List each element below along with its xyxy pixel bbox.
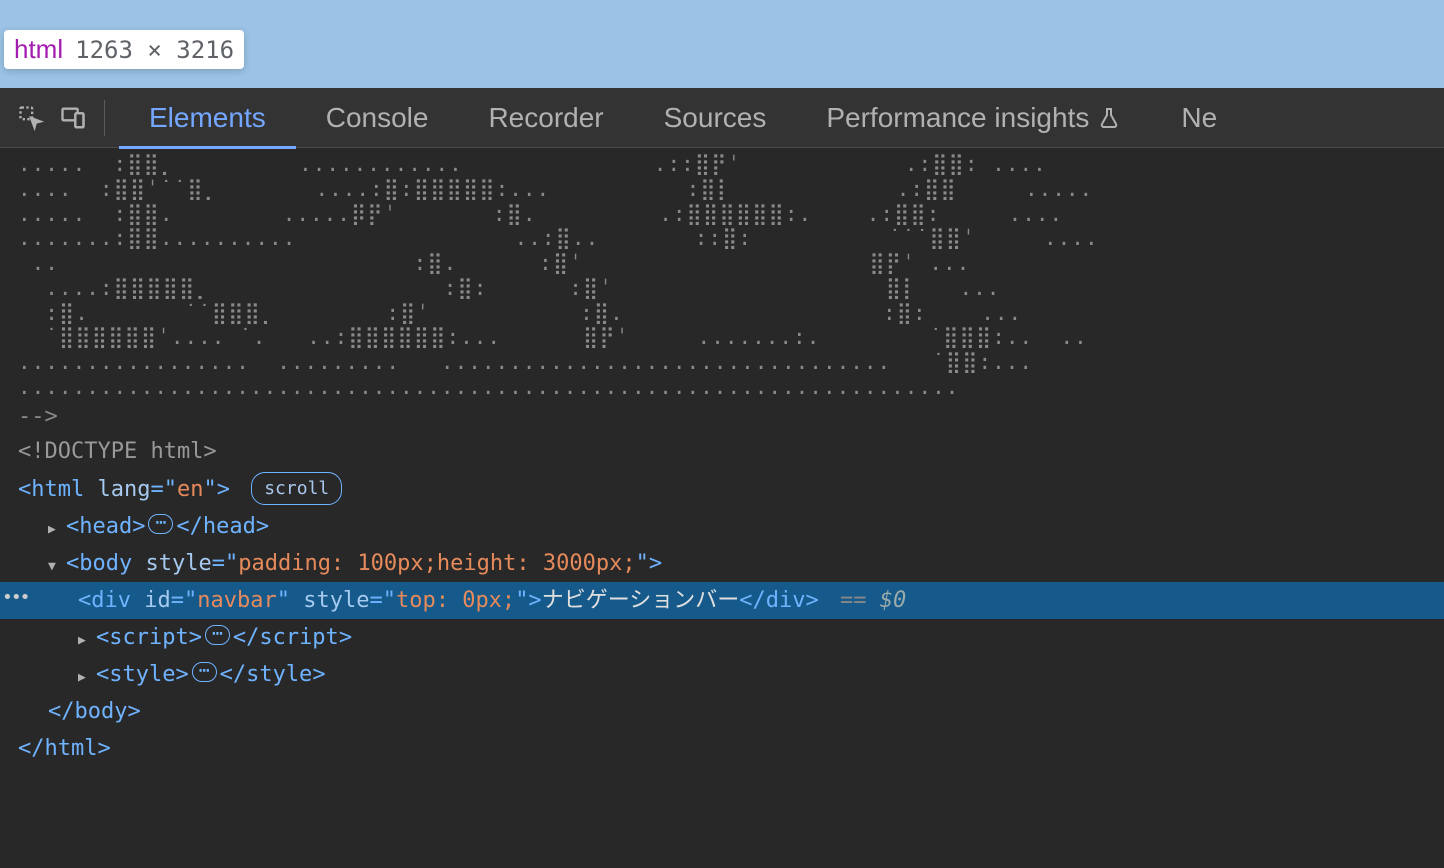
tab-performance-label: Performance insights xyxy=(826,102,1089,134)
html-close-line[interactable]: </html> xyxy=(0,730,1444,767)
tab-performance-insights[interactable]: Performance insights xyxy=(796,88,1151,148)
div-style-attr-name: style xyxy=(303,588,369,613)
device-toggle-icon[interactable] xyxy=(52,104,94,132)
doctype-line[interactable]: <!DOCTYPE html> xyxy=(0,433,1444,470)
html-open-line[interactable]: <html lang="en"> scroll xyxy=(0,470,1444,508)
body-close-tag: body xyxy=(75,699,128,724)
div-id-attr-name: id xyxy=(144,588,171,613)
eq-dollar-zero: == $0 xyxy=(840,588,906,613)
collapse-toggle-icon[interactable] xyxy=(48,547,62,580)
tab-next-truncated[interactable]: Ne xyxy=(1151,88,1217,148)
inspect-icon[interactable] xyxy=(10,104,52,132)
html-close-tag: html xyxy=(45,736,98,761)
body-style-attr-val: padding: 100px;height: 3000px; xyxy=(238,551,635,576)
body-style-attr-name: style xyxy=(145,551,211,576)
script-line[interactable]: <script></script> xyxy=(0,619,1444,656)
lang-attr-name: lang xyxy=(97,477,150,502)
dom-tree[interactable]: ..... :⣿⣿⡀ ............ .::⣿⡟ˈ .:⣿⣿: ...… xyxy=(0,148,1444,868)
ellipsis-icon[interactable] xyxy=(205,625,230,645)
head-line[interactable]: <head></head> xyxy=(0,508,1444,545)
tab-elements[interactable]: Elements xyxy=(119,88,296,148)
selected-div-line[interactable]: ••• <div id="navbar" style="top: 0px;">ナ… xyxy=(0,582,1444,619)
body-tag: body xyxy=(79,551,132,576)
html-tag: html xyxy=(31,477,84,502)
style-line[interactable]: <style></style> xyxy=(0,656,1444,693)
tooltip-tag: html xyxy=(14,34,63,65)
scroll-badge[interactable]: scroll xyxy=(251,472,342,505)
element-tooltip: html 1263 × 3216 xyxy=(4,30,244,69)
ascii-art-comment: ..... :⣿⣿⡀ ............ .::⣿⡟ˈ .:⣿⣿: ...… xyxy=(0,152,1444,400)
body-open-line[interactable]: <body style="padding: 100px;height: 3000… xyxy=(0,545,1444,582)
script-close-tag: script xyxy=(259,625,338,650)
script-tag: script xyxy=(109,625,188,650)
tab-sources[interactable]: Sources xyxy=(634,88,797,148)
tooltip-dimensions: 1263 × 3216 xyxy=(75,36,234,64)
div-tag: div xyxy=(91,588,131,613)
tab-recorder[interactable]: Recorder xyxy=(458,88,633,148)
div-style-attr-val: top: 0px; xyxy=(396,588,515,613)
style-close-tag: style xyxy=(246,662,312,687)
div-text-content: ナビゲーションバー xyxy=(542,588,740,613)
selection-dots-icon: ••• xyxy=(2,584,29,611)
doctype-text: <!DOCTYPE html> xyxy=(18,439,217,464)
comment-close: --> xyxy=(0,400,1444,433)
lang-attr-val: en xyxy=(177,477,204,502)
div-close-tag: div xyxy=(766,588,806,613)
expand-toggle-icon[interactable] xyxy=(48,510,62,543)
head-tag: head xyxy=(79,514,132,539)
body-close-line[interactable]: </body> xyxy=(0,693,1444,730)
ellipsis-icon[interactable] xyxy=(148,514,173,534)
flask-icon xyxy=(1097,106,1121,130)
expand-toggle-icon[interactable] xyxy=(78,658,92,691)
devtools-toolbar: Elements Console Recorder Sources Perfor… xyxy=(0,88,1444,148)
ellipsis-icon[interactable] xyxy=(192,662,217,682)
expand-toggle-icon[interactable] xyxy=(78,621,92,654)
div-id-attr-val: navbar xyxy=(197,588,276,613)
tab-console[interactable]: Console xyxy=(296,88,459,148)
devtools-panel: Elements Console Recorder Sources Perfor… xyxy=(0,88,1444,868)
head-close-tag: head xyxy=(203,514,256,539)
toolbar-divider xyxy=(104,100,105,136)
style-tag: style xyxy=(109,662,175,687)
